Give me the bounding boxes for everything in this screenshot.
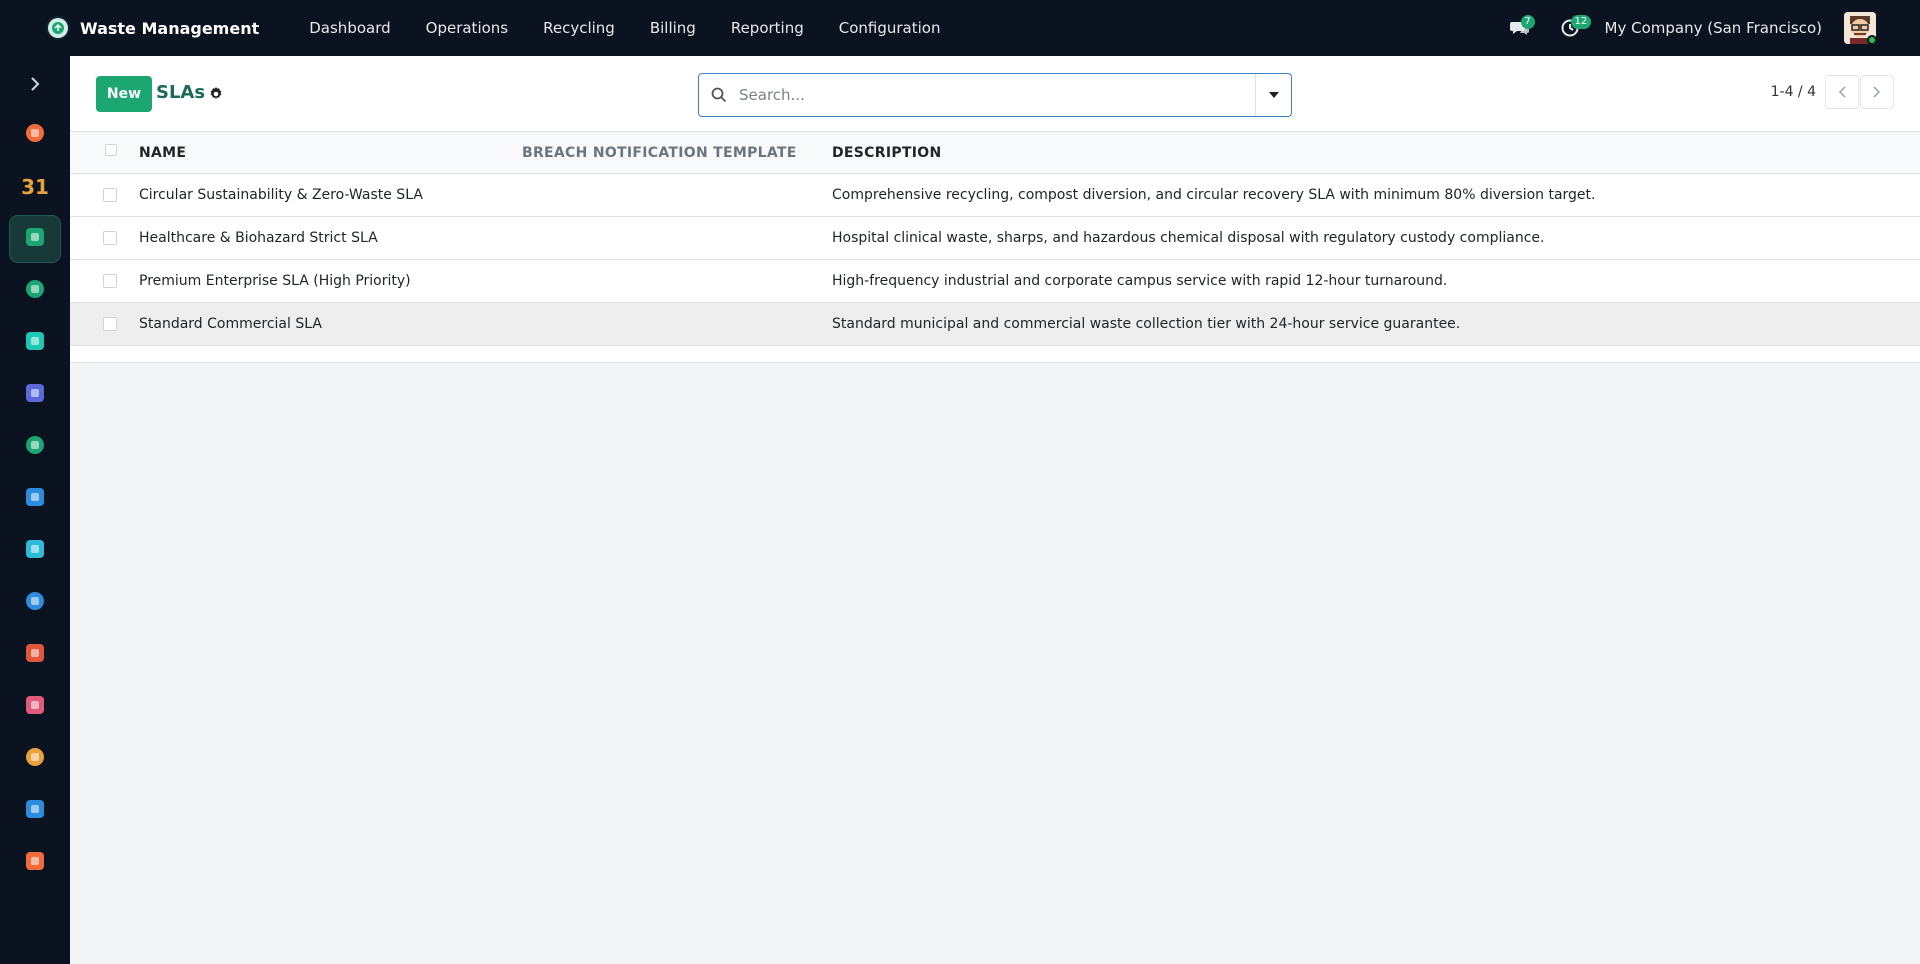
- caret-down-icon: [1268, 92, 1279, 98]
- control-panel: New SLAs 1-4 / 4: [70, 56, 1920, 132]
- sidebar-toggle-button[interactable]: [0, 56, 70, 112]
- cell-description[interactable]: Hospital clinical waste, sharps, and haz…: [832, 230, 1920, 246]
- search-bar: [698, 73, 1292, 117]
- app-title: Waste Management: [80, 18, 260, 38]
- systray: 7 12 My Company (San Francisco): [1505, 0, 1920, 56]
- crm-app-icon: [23, 329, 47, 357]
- messages-button[interactable]: 7: [1505, 13, 1535, 43]
- sidebar-app-7[interactable]: [10, 476, 60, 522]
- search-icon: [699, 87, 739, 103]
- fleet-app-icon: [23, 693, 47, 721]
- search-input[interactable]: [739, 75, 1255, 115]
- list-header: NAME BREACH NOTIFICATION TEMPLATE DESCRI…: [70, 132, 1920, 174]
- cell-name[interactable]: Healthcare & Biohazard Strict SLA: [119, 230, 522, 246]
- pager-next-button[interactable]: [1860, 75, 1894, 109]
- company-switcher[interactable]: My Company (San Francisco): [1605, 19, 1822, 37]
- cell-description[interactable]: Comprehensive recycling, compost diversi…: [832, 187, 1920, 203]
- project-app-icon: [23, 589, 47, 617]
- app-brand[interactable]: Waste Management: [0, 0, 259, 56]
- website-app-icon: [23, 537, 47, 565]
- waste-management-logo-icon: [46, 16, 70, 40]
- sidebar-app-2[interactable]: [9, 215, 61, 263]
- sidebar-app-14[interactable]: [10, 840, 60, 886]
- row-checkbox[interactable]: [103, 317, 117, 331]
- waste-management-app-icon: [23, 225, 47, 253]
- menu-configuration[interactable]: Configuration: [839, 19, 941, 37]
- inventory-app-icon: [23, 641, 47, 669]
- select-all-cell: [70, 132, 119, 173]
- sidebar-app-1[interactable]: 31: [10, 164, 60, 210]
- sales-app-icon: [23, 745, 47, 773]
- row-select-cell: [70, 231, 119, 245]
- calendar-app-icon: 31: [21, 175, 49, 199]
- sidebar-app-6[interactable]: [10, 424, 60, 470]
- messages-count-badge: 7: [1520, 15, 1535, 29]
- table-row[interactable]: Circular Sustainability & Zero-Waste SLA…: [70, 174, 1920, 217]
- column-header-description[interactable]: DESCRIPTION: [832, 145, 1920, 161]
- menu-dashboard[interactable]: Dashboard: [309, 19, 390, 37]
- dashboards-app-icon: [23, 381, 47, 409]
- row-select-cell: [70, 188, 119, 202]
- new-button[interactable]: New: [96, 76, 152, 112]
- main-menu: Dashboard Operations Recycling Billing R…: [309, 0, 975, 56]
- apps-app-icon: [23, 849, 47, 877]
- sidebar-app-12[interactable]: [10, 736, 60, 782]
- contacts-app-icon: [23, 277, 47, 305]
- search-options-toggle[interactable]: [1255, 74, 1291, 116]
- menu-billing[interactable]: Billing: [650, 19, 696, 37]
- activities-count-badge: 12: [1570, 15, 1592, 29]
- online-status-dot: [1867, 35, 1876, 44]
- table-row[interactable]: Healthcare & Biohazard Strict SLA Hospita…: [70, 217, 1920, 260]
- gear-icon[interactable]: [208, 86, 224, 102]
- cell-name[interactable]: Premium Enterprise SLA (High Priority): [119, 273, 522, 289]
- pager-value[interactable]: 1-4 / 4: [1771, 84, 1816, 100]
- sidebar-app-13[interactable]: [10, 788, 60, 834]
- reporting-app-icon: [23, 797, 47, 825]
- top-navbar: Waste Management Dashboard Operations Re…: [0, 0, 1920, 56]
- menu-reporting[interactable]: Reporting: [731, 19, 804, 37]
- list-footer: [70, 346, 1920, 362]
- table-row[interactable]: Standard Commercial SLA Standard municipa…: [70, 303, 1920, 346]
- recycling-app-icon: [23, 433, 47, 461]
- sidebar-app-9[interactable]: [10, 580, 60, 626]
- cell-name[interactable]: Standard Commercial SLA: [119, 316, 522, 332]
- cell-description[interactable]: Standard municipal and commercial waste …: [832, 316, 1920, 332]
- row-select-cell: [70, 317, 119, 331]
- menu-recycling[interactable]: Recycling: [543, 19, 615, 37]
- menu-operations[interactable]: Operations: [426, 19, 508, 37]
- sidebar-app-10[interactable]: [10, 632, 60, 678]
- column-header-breach-template[interactable]: BREACH NOTIFICATION TEMPLATE: [522, 145, 832, 161]
- sla-list: NAME BREACH NOTIFICATION TEMPLATE DESCRI…: [70, 132, 1920, 363]
- sidebar-app-5[interactable]: [10, 372, 60, 418]
- sidebar-app-8[interactable]: [10, 528, 60, 574]
- activities-button[interactable]: 12: [1555, 13, 1592, 43]
- row-checkbox[interactable]: [103, 274, 117, 288]
- page-title[interactable]: SLAs: [156, 82, 205, 103]
- apps-sidebar: 31: [0, 56, 70, 964]
- sidebar-app-11[interactable]: [10, 684, 60, 730]
- row-checkbox[interactable]: [103, 188, 117, 202]
- pager-previous-button[interactable]: [1825, 75, 1859, 109]
- sidebar-app-3[interactable]: [10, 268, 60, 314]
- invoicing-app-icon: [23, 485, 47, 513]
- chevron-right-icon: [1873, 86, 1881, 98]
- row-checkbox[interactable]: [103, 231, 117, 245]
- sidebar-app-4[interactable]: [10, 320, 60, 366]
- column-header-name[interactable]: NAME: [119, 145, 522, 161]
- cell-name[interactable]: Circular Sustainability & Zero-Waste SLA: [119, 187, 522, 203]
- row-select-cell: [70, 274, 119, 288]
- chevron-left-icon: [1838, 86, 1846, 98]
- user-avatar[interactable]: [1844, 12, 1876, 44]
- cell-description[interactable]: High-frequency industrial and corporate …: [832, 273, 1920, 289]
- select-all-checkbox[interactable]: [105, 144, 117, 156]
- sidebar-app-0[interactable]: [10, 112, 60, 158]
- chevron-right-icon: [31, 77, 40, 91]
- discuss-app-icon: [23, 121, 47, 149]
- table-row[interactable]: Premium Enterprise SLA (High Priority) Hi…: [70, 260, 1920, 303]
